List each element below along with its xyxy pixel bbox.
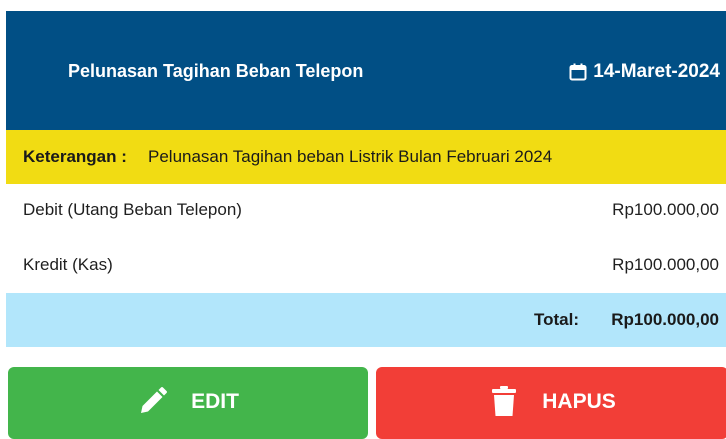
description-text: Pelunasan Tagihan beban Listrik Bulan Fe… [148, 147, 553, 166]
credit-row: Kredit (Kas) Rp100.000,00 [6, 239, 726, 291]
description-label: Keterangan : [23, 147, 127, 166]
transaction-title: Pelunasan Tagihan Beban Telepon [68, 61, 364, 81]
edit-button[interactable]: EDIT [8, 367, 368, 439]
credit-amount: Rp100.000,00 [612, 255, 719, 274]
total-bar: Total: Rp100.000,00 [6, 293, 726, 347]
credit-account-label: Kredit (Kas) [23, 255, 113, 274]
debit-row: Debit (Utang Beban Telepon) Rp100.000,00 [6, 184, 726, 236]
calendar-icon [569, 63, 587, 81]
debit-account-label: Debit (Utang Beban Telepon) [23, 200, 242, 219]
description-bar: Keterangan : Pelunasan Tagihan beban Lis… [6, 130, 726, 184]
delete-button[interactable]: HAPUS [376, 367, 726, 439]
journal-entry-card: Pelunasan Tagihan Beban Telepon 14-Maret… [6, 0, 726, 347]
transaction-date: 14-Maret-2024 [569, 61, 720, 83]
delete-button-label: HAPUS [542, 390, 616, 413]
edit-button-label: EDIT [191, 390, 239, 413]
pencil-icon [141, 387, 168, 413]
card-header: Pelunasan Tagihan Beban Telepon 14-Maret… [6, 0, 726, 130]
total-amount: Rp100.000,00 [611, 310, 719, 329]
trash-icon [492, 386, 517, 416]
date-text: 14-Maret-2024 [593, 61, 720, 82]
total-label: Total: [533, 310, 579, 329]
debit-amount: Rp100.000,00 [612, 200, 719, 219]
